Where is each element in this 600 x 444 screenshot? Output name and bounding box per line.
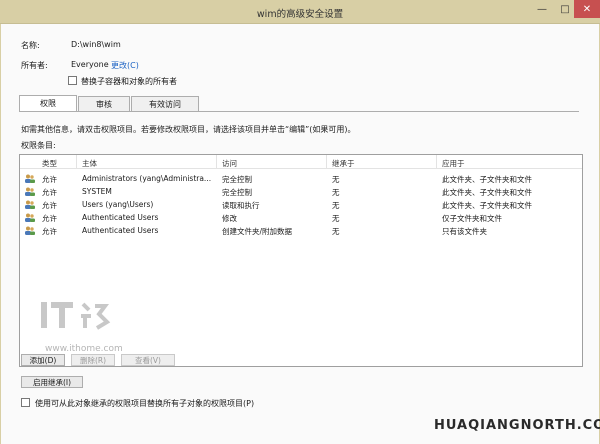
title-bar: wim的高级安全设置 — □ ✕: [0, 0, 600, 24]
cell-access: 读取和执行: [222, 201, 260, 210]
users-icon: [25, 187, 35, 196]
cell-principal: Authenticated Users: [82, 213, 159, 222]
change-owner-link[interactable]: 更改(C): [111, 60, 139, 71]
owner-label: 所有者:: [21, 61, 48, 70]
replace-owner-checkbox[interactable]: [68, 76, 77, 85]
table-header: 类型 主体 访问 继承于 应用于: [20, 155, 582, 169]
minimize-button[interactable]: —: [530, 0, 554, 18]
replace-owner-label: 替换子容器和对象的所有者: [81, 77, 177, 86]
tab-panel-border: [19, 111, 579, 112]
cell-inherited-from: 无: [332, 175, 340, 184]
cell-applies-to: 仅子文件夹和文件: [442, 214, 502, 223]
header-type[interactable]: 类型: [42, 158, 57, 169]
cell-access: 修改: [222, 214, 237, 223]
header-inherited-from[interactable]: 继承于: [332, 158, 355, 169]
name-value: D:\win8\wim: [71, 40, 121, 49]
cell-access: 完全控制: [222, 188, 252, 197]
cell-inherited-from: 无: [332, 188, 340, 197]
cell-type: 允许: [42, 214, 57, 223]
tab-permissions[interactable]: 权限: [19, 95, 77, 111]
header-principal[interactable]: 主体: [82, 158, 97, 169]
users-icon: [25, 174, 35, 183]
replace-child-permissions-label: 使用可从此对象继承的权限项目替换所有子对象的权限项目(P): [35, 399, 255, 408]
cell-principal: Authenticated Users: [82, 226, 159, 235]
cell-principal: Users (yang\Users): [82, 200, 154, 209]
tab-auditing[interactable]: 审核: [78, 96, 130, 111]
table-row[interactable]: 允许 Authenticated Users 修改 无 仅子文件夹和文件: [20, 211, 582, 224]
remove-button[interactable]: 删除(R): [71, 354, 115, 366]
tab-effective-access[interactable]: 有效访问: [131, 96, 199, 111]
dialog-client: 名称: D:\win8\wim 所有者: Everyone 更改(C) 替换子容…: [0, 24, 600, 444]
enable-inheritance-button[interactable]: 启用继承(I): [21, 376, 83, 388]
cell-applies-to: 此文件夹、子文件夹和文件: [442, 188, 532, 197]
replace-child-permissions-checkbox[interactable]: [21, 398, 30, 407]
cell-inherited-from: 无: [332, 214, 340, 223]
users-icon: [25, 213, 35, 222]
watermark-url: www.ithome.com: [45, 344, 123, 354]
table-row[interactable]: 允许 Authenticated Users 创建文件夹/附加数据 无 只有该文…: [20, 224, 582, 237]
cell-applies-to: 此文件夹、子文件夹和文件: [442, 201, 532, 210]
users-icon: [25, 226, 35, 235]
header-access[interactable]: 访问: [222, 158, 237, 169]
window-title: wim的高级安全设置: [256, 9, 344, 20]
table-row[interactable]: 允许 Administrators (yang\Administra... 完全…: [20, 172, 582, 185]
name-label: 名称:: [21, 41, 40, 50]
cell-principal: Administrators (yang\Administra...: [82, 174, 212, 183]
cell-applies-to: 此文件夹、子文件夹和文件: [442, 175, 532, 184]
column-divider[interactable]: [326, 155, 327, 169]
cell-type: 允许: [42, 175, 57, 184]
huaqiangnorth-watermark: HUAQIANGNORTH.COM: [434, 418, 600, 433]
cell-access: 创建文件夹/附加数据: [222, 227, 293, 236]
view-button[interactable]: 查看(V): [121, 354, 175, 366]
owner-value: Everyone: [71, 60, 109, 69]
tab-strip: 权限 审核 有效访问: [19, 95, 200, 111]
cell-type: 允许: [42, 201, 57, 210]
add-button[interactable]: 添加(D): [21, 354, 65, 366]
info-text: 如需其他信息，请双击权限项目。若要修改权限项目，请选择该项目并单击“编辑”(如果…: [21, 125, 356, 134]
close-button[interactable]: ✕: [574, 0, 600, 18]
column-divider[interactable]: [436, 155, 437, 169]
entries-label: 权限条目:: [21, 141, 56, 150]
cell-principal: SYSTEM: [82, 187, 112, 196]
table-row[interactable]: 允许 Users (yang\Users) 读取和执行 无 此文件夹、子文件夹和…: [20, 198, 582, 211]
cell-inherited-from: 无: [332, 227, 340, 236]
cell-access: 完全控制: [222, 175, 252, 184]
cell-applies-to: 只有该文件夹: [442, 227, 487, 236]
cell-inherited-from: 无: [332, 201, 340, 210]
header-applies-to[interactable]: 应用于: [442, 158, 465, 169]
column-divider[interactable]: [216, 155, 217, 169]
cell-type: 允许: [42, 188, 57, 197]
cell-type: 允许: [42, 227, 57, 236]
table-row[interactable]: 允许 SYSTEM 完全控制 无 此文件夹、子文件夹和文件: [20, 185, 582, 198]
users-icon: [25, 200, 35, 209]
column-divider[interactable]: [76, 155, 77, 169]
